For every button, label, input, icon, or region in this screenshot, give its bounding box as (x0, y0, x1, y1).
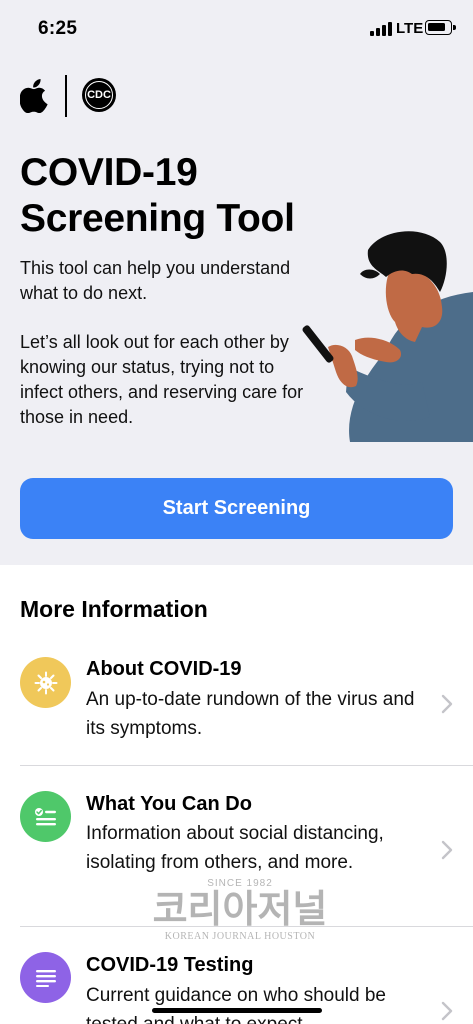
page-title: COVID-19 Screening Tool (20, 150, 340, 242)
person-with-phone-illustration (302, 231, 473, 442)
info-item-title: COVID-19 Testing (86, 954, 254, 976)
watermark: SINCE 1982 코리아저널 KOREAN JOURNAL HOUSTON (140, 878, 340, 953)
cellular-signal-icon (370, 22, 392, 36)
title-line-2: Screening Tool (20, 197, 295, 240)
info-item-title: What You Can Do (86, 793, 252, 815)
home-indicator[interactable] (152, 1008, 322, 1013)
row-divider (20, 765, 473, 766)
status-time: 6:25 (38, 18, 78, 39)
info-item-description: An up-to-date rundown of the virus and i… (86, 689, 415, 739)
logo-divider (65, 75, 67, 117)
info-item-description: Information about social distancing, iso… (86, 823, 384, 873)
title-line-1: COVID-19 (20, 151, 198, 194)
watermark-since: SINCE 1982 (207, 878, 273, 889)
intro-text: This tool can help you understand what t… (20, 258, 291, 303)
apple-logo-icon (20, 79, 48, 113)
info-item-about-covid[interactable]: About COVID-19 An up-to-date rundown of … (0, 650, 473, 765)
start-screening-button[interactable]: Start Screening (20, 478, 453, 539)
watermark-subtitle: KOREAN JOURNAL HOUSTON (164, 931, 316, 942)
community-text: Let’s all look out for each other by kno… (20, 332, 304, 427)
status-bar: 6:25 LTE (0, 0, 473, 58)
chevron-right-icon (441, 694, 453, 714)
info-item-title: About COVID-19 (86, 658, 242, 680)
virus-icon (20, 657, 71, 708)
checklist-icon (20, 791, 71, 842)
network-type: LTE (396, 20, 424, 37)
watermark-title: 코리아저널 (152, 889, 328, 931)
list-icon (20, 952, 71, 1003)
more-information-heading: More Information (20, 596, 208, 622)
battery-icon (425, 20, 456, 35)
chevron-right-icon (441, 840, 453, 860)
cdc-logo-icon: CDC (82, 78, 116, 112)
info-item-description: Current guidance on who should be tested… (86, 985, 386, 1024)
chevron-right-icon (441, 1001, 453, 1021)
